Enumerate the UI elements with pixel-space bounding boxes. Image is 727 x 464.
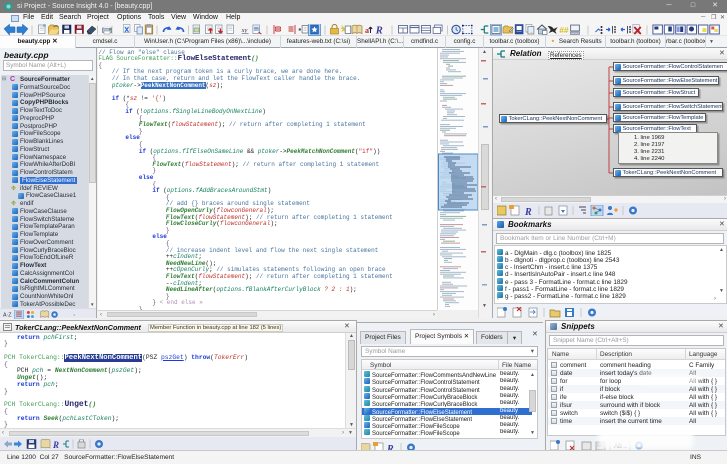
svg-text:R: R — [375, 26, 383, 37]
svg-text:##: ## — [559, 25, 569, 35]
svg-text:R: R — [52, 440, 59, 449]
svg-text:R: R — [524, 207, 532, 216]
svg-text:A·Z: A·Z — [3, 313, 12, 319]
svg-text:‹: ‹ — [73, 314, 75, 319]
svg-text:xy: xy — [241, 27, 248, 34]
svg-text:a: a — [365, 26, 369, 35]
